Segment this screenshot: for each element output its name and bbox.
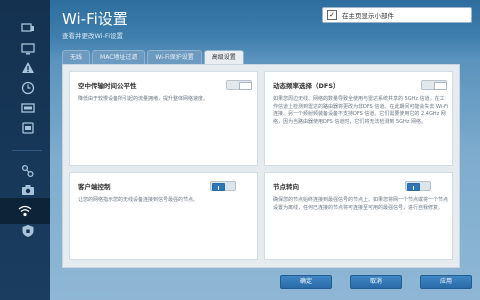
show-widget-checkbox[interactable]: ✓ 在主页显示小部件 (322, 7, 472, 23)
client-steering-toggle[interactable] (210, 181, 236, 191)
warning-icon[interactable] (20, 60, 36, 76)
card-client-steering: 客户端控制 让您的网络指示您的无线设备连接到信号最强的节点。 (69, 172, 258, 260)
checkbox-label: 在主页显示小部件 (342, 12, 394, 20)
checkbox-check-icon[interactable]: ✓ (327, 10, 337, 20)
share-icon[interactable] (20, 163, 36, 179)
card-title: 动态频率选择（DFS） (273, 82, 340, 90)
airtime-fairness-toggle[interactable] (226, 80, 252, 90)
tab-wps[interactable]: Wi-Fi保护设置 (147, 50, 202, 64)
connected-devices-icon[interactable] (20, 120, 36, 136)
shield-icon[interactable] (20, 223, 36, 239)
card-description: 让您的网络指示您的无线设备连接到信号最强的节点。 (78, 197, 199, 203)
card-title: 客户端控制 (78, 183, 111, 191)
clock-icon[interactable] (20, 80, 36, 96)
network-icon[interactable] (20, 100, 36, 116)
card-title: 空中传输时间公平性 (78, 82, 137, 90)
node-steering-toggle[interactable] (405, 181, 431, 191)
card-title: 节点转向 (273, 183, 299, 191)
page-title: Wi-Fi设置 (62, 10, 128, 28)
card-description: 如果您周边无线、网络的数量导致全使用与雷达系统共享的 5GHz 信道。在工作信道… (273, 96, 448, 125)
card-description: 确保您的节点始终连接到最强信号的节点上。如果您将网一个节点或将一个节点设置为离线… (273, 197, 449, 211)
card-node-steering: 节点转向 确保您的节点始终连接到最强信号的节点上。如果您将网一个节点或将一个节点… (264, 172, 453, 260)
device-icon[interactable] (20, 20, 36, 36)
main-content: Wi-Fi设置 查看并更改Wi-Fi设置 ✓ 在主页显示小部件 无线 MAC地址… (50, 0, 480, 300)
card-dfs: 动态频率选择（DFS） 如果您周边无线、网络的数量导致全使用与雷达系统共享的 5… (264, 71, 453, 166)
sidebar (0, 0, 50, 300)
dfs-toggle[interactable] (421, 80, 447, 90)
tab-mac-filter[interactable]: MAC地址过滤 (92, 50, 146, 64)
ok-button[interactable]: 确定 (280, 275, 332, 289)
card-airtime-fairness: 空中传输时间公平性 降低由于较慢设备所引起的流量拥堵，提升整体网络速度。 (69, 71, 258, 166)
tab-bar: 无线 MAC地址过滤 Wi-Fi保护设置 高级设置 (62, 50, 246, 64)
card-description: 降低由于较慢设备所引起的流量拥堵，提升整体网络速度。 (78, 96, 209, 102)
settings-panel: 空中传输时间公平性 降低由于较慢设备所引起的流量拥堵，提升整体网络速度。 动态频… (62, 64, 460, 268)
tab-wireless[interactable]: 无线 (62, 50, 91, 64)
cancel-button[interactable]: 取消 (350, 275, 402, 289)
apply-button[interactable]: 应用 (420, 275, 472, 289)
monitor-icon[interactable] (20, 41, 36, 57)
wifi-settings-icon[interactable] (0, 198, 50, 224)
sidebar-divider (12, 150, 42, 151)
tab-advanced[interactable]: 高级设置 (203, 50, 244, 64)
page-subtitle: 查看并更改Wi-Fi设置 (62, 32, 124, 40)
camera-icon[interactable] (20, 182, 36, 198)
